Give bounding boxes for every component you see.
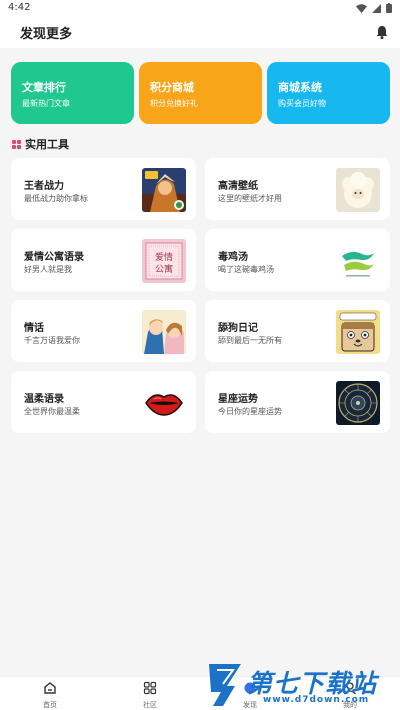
feature-card-subtitle: 购买会员好物 [278, 99, 326, 108]
wifi-icon [356, 3, 367, 13]
status-icons [356, 3, 392, 13]
tool-title: 高清壁纸 [218, 181, 258, 192]
points-mall-card[interactable]: 积分商城 积分兑换好礼 [139, 62, 262, 124]
page-title: 发现更多 [20, 27, 73, 42]
ipartment-thumb-line-1: 爱情 [155, 251, 173, 263]
tool-title: 毒鸡汤 [218, 252, 248, 263]
battery-icon [386, 3, 392, 13]
nav-home[interactable]: 首页 [20, 680, 80, 710]
tool-subtitle: 好男人就是我 [24, 265, 72, 274]
nav-community[interactable]: 社区 [120, 680, 180, 710]
status-bar: 4:42 [0, 0, 400, 18]
ipartment-thumb-line-2: 公寓 [155, 263, 173, 275]
tool-card-horoscope[interactable]: 星座运势 今日你的星座运势 [205, 371, 390, 433]
dog-thumbnail [336, 310, 380, 354]
feature-card-subtitle: 最新热门文章 [22, 99, 70, 108]
tool-subtitle: 这里的壁纸才好用 [218, 194, 282, 203]
article-ranking-card[interactable]: 文章排行 最新热门文章 [11, 62, 134, 124]
home-icon [44, 682, 56, 694]
tool-card-hd-wallpaper[interactable]: 高清壁纸 这里的壁纸才好用 [205, 158, 390, 220]
sheep-thumbnail [336, 168, 380, 212]
status-time: 4:42 [8, 2, 31, 13]
site-watermark: 第七下载站 www.d7down.com [205, 662, 395, 708]
tool-title: 星座运势 [218, 394, 258, 405]
tool-subtitle: 全世界你最温柔 [24, 407, 80, 416]
ipartment-thumbnail: 爱情 公寓 [142, 239, 186, 283]
feature-card-subtitle: 积分兑换好礼 [150, 99, 198, 108]
signal-icon [372, 3, 381, 13]
tool-subtitle: 最低战力助你拿标 [24, 194, 88, 203]
app-header: 发现更多 [0, 18, 400, 48]
grid-icon [12, 139, 21, 149]
couple-thumbnail [142, 310, 186, 354]
tool-subtitle: 今日你的星座运势 [218, 407, 282, 416]
tool-title: 爱情公寓语录 [24, 252, 84, 263]
tool-title: 王者战力 [24, 181, 64, 192]
tool-subtitle: 千言万语我爱你 [24, 336, 80, 345]
tool-title: 情话 [24, 323, 44, 334]
tool-card-simp-diary[interactable]: 舔狗日记 舔到最后一无所有 [205, 300, 390, 362]
tool-title: 舔狗日记 [218, 323, 258, 334]
feature-card-title: 积分商城 [150, 81, 194, 94]
hero-thumbnail [142, 168, 186, 212]
tool-card-ipartment-quotes[interactable]: 爱情公寓语录 好男人就是我 爱情 公寓 [11, 229, 196, 291]
watermark-logo-icon [209, 664, 241, 706]
soup-logo-thumbnail [336, 239, 380, 283]
tool-subtitle: 舔到最后一无所有 [218, 336, 282, 345]
zodiac-thumbnail [336, 381, 380, 425]
nav-label: 社区 [143, 701, 157, 709]
tool-card-poison-soup[interactable]: 毒鸡汤 喝了这碗毒鸡汤 [205, 229, 390, 291]
tool-card-love-words[interactable]: 情话 千言万语我爱你 [11, 300, 196, 362]
tool-card-gentle-quotes[interactable]: 温柔语录 全世界你最温柔 [11, 371, 196, 433]
mall-system-card[interactable]: 商城系统 购买会员好物 [267, 62, 390, 124]
tool-card-hero-power[interactable]: 王者战力 最低战力助你拿标 [11, 158, 196, 220]
section-title-label: 实用工具 [25, 138, 69, 151]
bell-icon[interactable] [374, 24, 390, 40]
lips-thumbnail [142, 381, 186, 425]
community-grid-icon [143, 681, 157, 695]
watermark-url: www.d7down.com [263, 695, 370, 705]
feature-card-title: 商城系统 [278, 81, 322, 94]
feature-card-title: 文章排行 [22, 81, 66, 94]
tool-subtitle: 喝了这碗毒鸡汤 [218, 265, 274, 274]
nav-label: 首页 [43, 701, 57, 709]
tool-title: 温柔语录 [24, 394, 64, 405]
section-title: 实用工具 [12, 136, 69, 152]
